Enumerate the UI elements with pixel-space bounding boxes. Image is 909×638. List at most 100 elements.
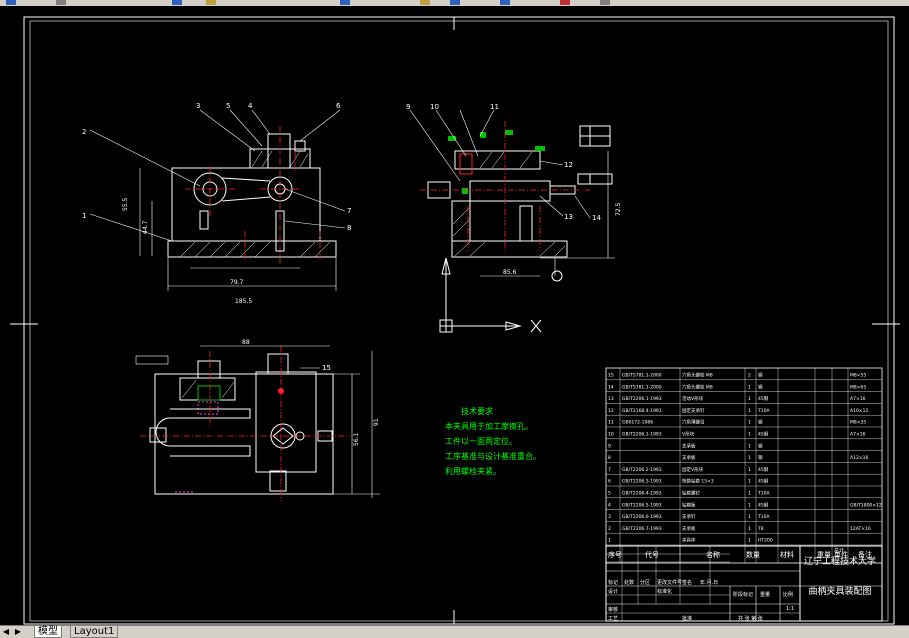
- bom-cell-seq: 8: [608, 455, 611, 461]
- bom-header-code: 代号: [645, 550, 659, 559]
- bom-cell-name: 支承板: [682, 442, 696, 449]
- first-tab-icon[interactable]: ◀: [2, 627, 10, 636]
- bom-cell-qty: 1: [748, 384, 751, 390]
- dim-front-height: 55.5: [122, 197, 129, 211]
- bom-cell-remark: A12×16: [850, 455, 868, 461]
- toolbar-icon[interactable]: [420, 0, 430, 5]
- bom-cell-seq: 5: [608, 491, 611, 497]
- layout-tab-bar: ◀ ▶ 模型 Layout1: [0, 625, 909, 638]
- balloon-5: 5: [226, 102, 230, 110]
- balloon-1: 1: [82, 212, 86, 220]
- sign-label-mark: 标记: [608, 579, 618, 586]
- bom-cell-material: 钢: [758, 372, 763, 379]
- bom-cell-qty: 1: [748, 526, 751, 532]
- bom-cell-seq: 15: [608, 373, 614, 379]
- balloon-13: 13: [564, 213, 573, 221]
- bom-cell-name: 活动V形块: [682, 395, 704, 402]
- balloon-12: 12: [564, 161, 573, 169]
- bom-cell-qty: 1: [748, 502, 751, 508]
- bom-cell-material: 钢: [758, 383, 763, 390]
- sheet-frame: [10, 16, 900, 625]
- toolbar-icon[interactable]: [450, 0, 460, 5]
- bom-cell-code: GB/T5781.1-2000: [622, 384, 662, 390]
- bom-cell-code: GB/T2206.7-1993: [622, 526, 662, 532]
- dim-side-base: 85.6: [503, 269, 517, 276]
- bom-cell-material: 钢: [758, 442, 763, 449]
- toolbar-icon[interactable]: [206, 0, 216, 5]
- sign-label-zone: 分区: [640, 579, 650, 586]
- bom-cell-code: GB/T2206.3-1993: [622, 479, 662, 485]
- toolbar-icon[interactable]: [172, 0, 182, 5]
- sign-label-date: 年.月.日: [700, 579, 718, 586]
- bom-cell-seq: 12: [608, 408, 614, 414]
- dim-front-inner: 79.7: [230, 279, 244, 286]
- balloon-2: 2: [82, 128, 86, 136]
- dim-top-height: 56.1: [353, 432, 360, 446]
- side-view: 85.6 72.5 9 10 11 12 13 14: [406, 103, 622, 282]
- bom-cell-remark: A10×12: [850, 408, 868, 414]
- bom-cell-seq: 10: [608, 432, 614, 438]
- tab-layout1[interactable]: Layout1: [70, 626, 119, 638]
- balloon-11: 11: [490, 103, 499, 111]
- bom-cell-remark: A7×16: [850, 396, 866, 402]
- bom-cell-code: GB6172-1986: [622, 420, 653, 426]
- sign-label-count: 处数: [624, 579, 634, 586]
- tech-line-4: 利用螺栓夹紧。: [445, 466, 501, 476]
- dim-front-small: 44.7: [142, 220, 149, 234]
- weight-label: 重量: [760, 591, 770, 598]
- bom-cell-code: GB/T2206.1-1993: [622, 432, 662, 438]
- bom-header-qty: 数量: [746, 550, 760, 559]
- toolbar-icon[interactable]: [560, 0, 570, 5]
- bom-cell-material: 45钢: [758, 395, 769, 402]
- bom-cell-qty: 1: [748, 514, 751, 520]
- bom-cell-material: 钢: [758, 454, 763, 461]
- standard-label: 标准化: [657, 588, 672, 595]
- toolbar-icon[interactable]: [500, 0, 510, 5]
- bom-cell-qty: 2: [748, 373, 751, 379]
- balloon-6: 6: [336, 102, 341, 110]
- balloon-8: 8: [347, 224, 351, 232]
- toolbar-icon[interactable]: [340, 0, 350, 5]
- balloon-10: 10: [430, 103, 439, 111]
- bom-cell-code: GB/T5781.1-2000: [622, 373, 662, 379]
- dim-side-height: 72.5: [615, 202, 622, 216]
- top-view: 88 56.1 91 15: [135, 339, 380, 501]
- bill-of-materials: 15 GB/T5781.1-2000 六角头螺栓 M8 2 钢 M8×5514 GB/T57…: [605, 367, 883, 564]
- cad-drawing: 79.7 185.5 55.5 44.7 2 1 3 5 4 6 7 8 85.…: [10, 16, 900, 625]
- bom-cell-name: 支承钉: [682, 513, 696, 520]
- bom-cell-qty: 1: [748, 432, 751, 438]
- bom-cell-material: T10A: [757, 491, 770, 497]
- sign-label-sign: 签名: [682, 579, 692, 586]
- bom-cell-name: V形块: [682, 431, 695, 438]
- bom-cell-code: GB/T2206.4-1993: [622, 491, 662, 497]
- scale-value: 1:1: [786, 606, 794, 612]
- sign-label-doc: 更改文件号: [657, 579, 682, 586]
- tech-line-2: 工件以一面两定位。: [445, 436, 517, 446]
- bom-cell-seq: 13: [608, 396, 614, 402]
- tab-model[interactable]: 模型: [34, 626, 62, 638]
- bom-cell-material: 45钢: [758, 466, 769, 473]
- bom-cell-name: 六角头螺栓 M8: [682, 372, 713, 379]
- next-tab-icon[interactable]: ▶: [14, 627, 22, 636]
- bom-header-name: 名称: [706, 550, 720, 559]
- technical-requirements: 技术要求 本夹具用于加工摩擦孔。 工件以一面两定位。 工序基准与设计基准重合。 …: [445, 406, 541, 476]
- dim-top-outer: 91: [373, 418, 380, 426]
- bom-cell-seq: 1: [608, 538, 611, 544]
- toolbar-icon[interactable]: [6, 0, 16, 5]
- bom-cell-qty: 1: [748, 479, 751, 485]
- bom-cell-name: 支承板: [682, 525, 696, 532]
- bom-header-seq: 序号: [608, 550, 622, 559]
- bom-cell-qty: 1: [748, 467, 751, 473]
- bom-cell-name: 支承板: [682, 454, 696, 461]
- drawing-canvas[interactable]: 79.7 185.5 55.5 44.7 2 1 3 5 4 6 7 8 85.…: [0, 6, 909, 625]
- bom-cell-qty: 1: [748, 420, 751, 426]
- balloon-7: 7: [347, 207, 351, 215]
- bom-cell-seq: 2: [608, 526, 611, 532]
- drawing-name: 曲柄夹具装配图: [808, 585, 871, 597]
- bom-cell-name: 钻模板: [682, 501, 696, 508]
- balloon-14: 14: [592, 214, 601, 222]
- toolbar-icon[interactable]: [56, 0, 66, 5]
- bom-cell-seq: 6: [608, 479, 611, 485]
- toolbar-icon[interactable]: [600, 0, 610, 5]
- bom-header-total: 总计: [834, 547, 844, 554]
